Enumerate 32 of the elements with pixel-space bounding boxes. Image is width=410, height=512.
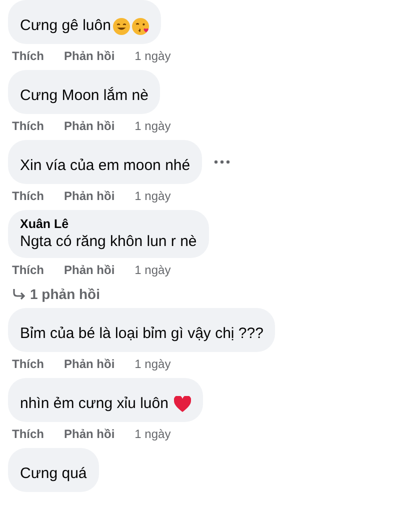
reply-link[interactable]: Phản hồi: [64, 119, 115, 133]
author-name[interactable]: Xuân Lê: [20, 216, 197, 232]
comment-time: 1 ngày: [134, 49, 171, 63]
comment-text: Cưng gê luôn: [20, 16, 111, 36]
reply-link[interactable]: Phản hồi: [64, 263, 115, 277]
comment-time: 1 ngày: [134, 427, 171, 441]
smiling-face-icon: [112, 18, 130, 34]
comment-text: Xin vía của em moon nhé: [20, 156, 190, 176]
like-link[interactable]: Thích: [12, 357, 44, 371]
like-link[interactable]: Thích: [12, 189, 44, 203]
comment-time: 1 ngày: [134, 189, 171, 203]
like-link[interactable]: Thích: [12, 49, 44, 63]
more-options-icon[interactable]: [214, 160, 230, 164]
like-link[interactable]: Thích: [12, 263, 44, 277]
view-replies-link[interactable]: 1 phản hồi: [30, 286, 100, 302]
kissing-face-icon: [132, 18, 149, 34]
comment-time: 1 ngày: [134, 119, 171, 133]
reply-link[interactable]: Phản hồi: [64, 357, 115, 371]
comment-text: Bỉm của bé là loại bỉm gì vậy chị ???: [20, 324, 264, 344]
comment-time: 1 ngày: [134, 357, 171, 371]
comment-time: 1 ngày: [134, 263, 171, 277]
reply-link[interactable]: Phản hồi: [64, 49, 115, 63]
comment-text: Cưng quá: [20, 464, 87, 484]
comment-text: Ngta có răng khôn lun r nè: [20, 232, 197, 252]
heart-icon: [174, 396, 192, 412]
reply-link[interactable]: Phản hồi: [64, 427, 115, 441]
comment-text: Cưng Moon lắm nè: [20, 86, 148, 106]
like-link[interactable]: Thích: [12, 119, 44, 133]
comment-text: nhìn ẻm cưng xỉu luôn: [20, 394, 168, 414]
like-link[interactable]: Thích: [12, 427, 44, 441]
reply-link[interactable]: Phản hồi: [64, 189, 115, 203]
reply-arrow-icon: [12, 288, 26, 300]
